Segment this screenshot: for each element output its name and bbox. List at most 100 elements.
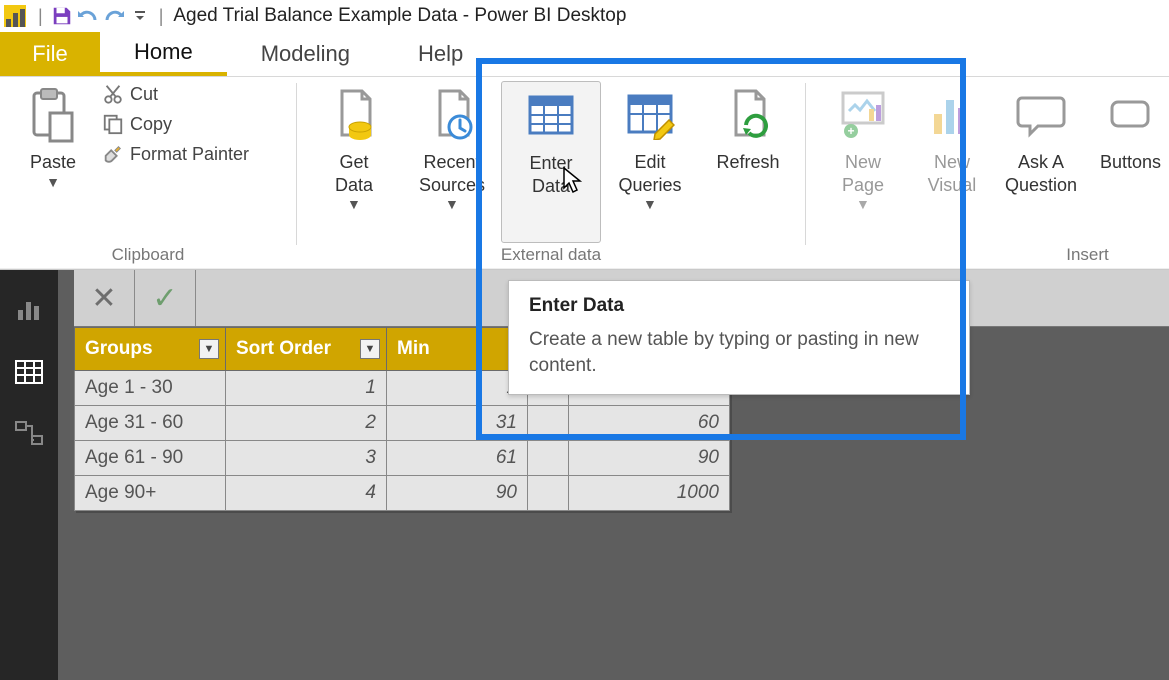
cell[interactable]: 31 [387, 406, 528, 441]
redo-icon[interactable] [101, 4, 127, 28]
get-data-icon [329, 85, 379, 145]
cell[interactable] [528, 406, 569, 441]
cell[interactable] [528, 476, 569, 511]
refresh-label: Refresh [716, 151, 779, 174]
group-clipboard: Paste ▼ Cut Copy Format Painter [0, 77, 296, 269]
get-data-button[interactable]: Get Data ▼ [305, 81, 403, 241]
new-visual-button[interactable]: New Visual [912, 81, 992, 241]
cell[interactable]: 60 [569, 406, 730, 441]
svg-text:+: + [847, 124, 854, 138]
buttons-icon [1105, 85, 1155, 145]
ask-question-label: Ask A Question [1005, 151, 1077, 196]
header-label: Sort Order [236, 338, 331, 359]
tooltip: Enter Data Create a new table by typing … [508, 280, 970, 395]
view-switcher [0, 270, 58, 680]
group-insert: + New Page ▼ New Visual Ask A Question [806, 77, 1169, 269]
edit-queries-icon [625, 85, 675, 145]
header-label: Groups [85, 338, 153, 359]
format-painter-button[interactable]: Format Painter [102, 143, 249, 165]
commit-formula-button[interactable]: ✓ [135, 270, 196, 326]
enter-data-button[interactable]: Enter Data [501, 81, 601, 243]
cell[interactable]: Age 61 - 90 [75, 441, 226, 476]
column-header-sort[interactable]: Sort Order ▼ [226, 328, 387, 371]
cell[interactable]: 1000 [569, 476, 730, 511]
separator: | [159, 6, 164, 27]
cancel-formula-button[interactable]: ✕ [74, 270, 135, 326]
header-label: Min [397, 338, 430, 359]
edit-queries-button[interactable]: Edit Queries ▼ [601, 81, 699, 241]
cell[interactable]: 3 [226, 441, 387, 476]
group-label-clipboard: Clipboard [8, 243, 288, 269]
model-view-icon[interactable] [13, 418, 45, 450]
get-data-label: Get Data [335, 151, 373, 196]
tooltip-title: Enter Data [529, 295, 949, 317]
column-header-min[interactable]: Min [387, 328, 528, 371]
buttons-button[interactable]: Buttons [1090, 81, 1161, 241]
tab-modeling[interactable]: Modeling [227, 32, 384, 76]
group-label-insert: Insert [814, 243, 1161, 269]
tab-help[interactable]: Help [384, 32, 497, 76]
tooltip-body: Create a new table by typing or pasting … [529, 327, 949, 378]
cut-button[interactable]: Cut [102, 83, 249, 105]
separator: | [38, 6, 43, 27]
cell[interactable]: 1 [387, 371, 528, 406]
group-external-data: Get Data ▼ Recent Sources ▼ Enter Data [297, 77, 805, 269]
chevron-down-icon: ▼ [347, 196, 361, 214]
new-page-icon: + [838, 85, 888, 145]
paste-icon [28, 85, 78, 145]
group-label-external-data: External data [305, 243, 797, 269]
cell[interactable]: 61 [387, 441, 528, 476]
chevron-down-icon: ▼ [856, 196, 870, 214]
save-icon[interactable] [49, 4, 75, 28]
cell[interactable]: 1 [226, 371, 387, 406]
cut-label: Cut [130, 84, 158, 105]
table-row[interactable]: Age 90+490 1000 [75, 476, 730, 511]
column-header-groups[interactable]: Groups ▼ [75, 328, 226, 371]
ask-question-button[interactable]: Ask A Question [992, 81, 1090, 241]
report-view-icon[interactable] [13, 294, 45, 326]
new-page-label: New Page [842, 151, 884, 196]
copy-button[interactable]: Copy [102, 113, 249, 135]
edit-queries-label: Edit Queries [618, 151, 681, 196]
cell[interactable]: 90 [387, 476, 528, 511]
chevron-down-icon: ▼ [46, 174, 60, 192]
dropdown-icon[interactable]: ▼ [199, 339, 219, 359]
copy-label: Copy [130, 114, 172, 135]
qat-customize-icon[interactable] [127, 4, 153, 28]
cell[interactable]: Age 90+ [75, 476, 226, 511]
cell[interactable]: Age 31 - 60 [75, 406, 226, 441]
scissors-icon [102, 83, 124, 105]
new-visual-label: New Visual [928, 151, 977, 196]
brush-icon [102, 143, 124, 165]
chevron-down-icon: ▼ [445, 196, 459, 214]
chevron-down-icon: ▼ [643, 196, 657, 214]
copy-icon [102, 113, 124, 135]
new-visual-icon [927, 85, 977, 145]
data-view-icon[interactable] [13, 356, 45, 388]
ribbon: Paste ▼ Cut Copy Format Painter [0, 76, 1169, 270]
recent-sources-icon [427, 85, 477, 145]
paste-button[interactable]: Paste ▼ [8, 81, 98, 241]
app-logo [4, 5, 26, 27]
recent-sources-button[interactable]: Recent Sources ▼ [403, 81, 501, 241]
recent-sources-label: Recent Sources [419, 151, 485, 196]
cell[interactable] [528, 441, 569, 476]
refresh-button[interactable]: Refresh [699, 81, 797, 241]
cell[interactable]: 4 [226, 476, 387, 511]
enter-data-icon [526, 86, 576, 146]
cell[interactable]: 90 [569, 441, 730, 476]
tab-home[interactable]: Home [100, 32, 227, 76]
format-painter-label: Format Painter [130, 144, 249, 165]
refresh-icon [723, 85, 773, 145]
cell[interactable]: 2 [226, 406, 387, 441]
buttons-label: Buttons [1100, 151, 1161, 174]
undo-icon[interactable] [75, 4, 101, 28]
paste-label: Paste [30, 151, 76, 174]
cell[interactable]: Age 1 - 30 [75, 371, 226, 406]
new-page-button[interactable]: + New Page ▼ [814, 81, 912, 241]
tab-file[interactable]: File [0, 32, 100, 76]
window-title: Aged Trial Balance Example Data - Power … [173, 5, 626, 27]
dropdown-icon[interactable]: ▼ [360, 339, 380, 359]
table-row[interactable]: Age 61 - 90361 90 [75, 441, 730, 476]
table-row[interactable]: Age 31 - 60231 60 [75, 406, 730, 441]
